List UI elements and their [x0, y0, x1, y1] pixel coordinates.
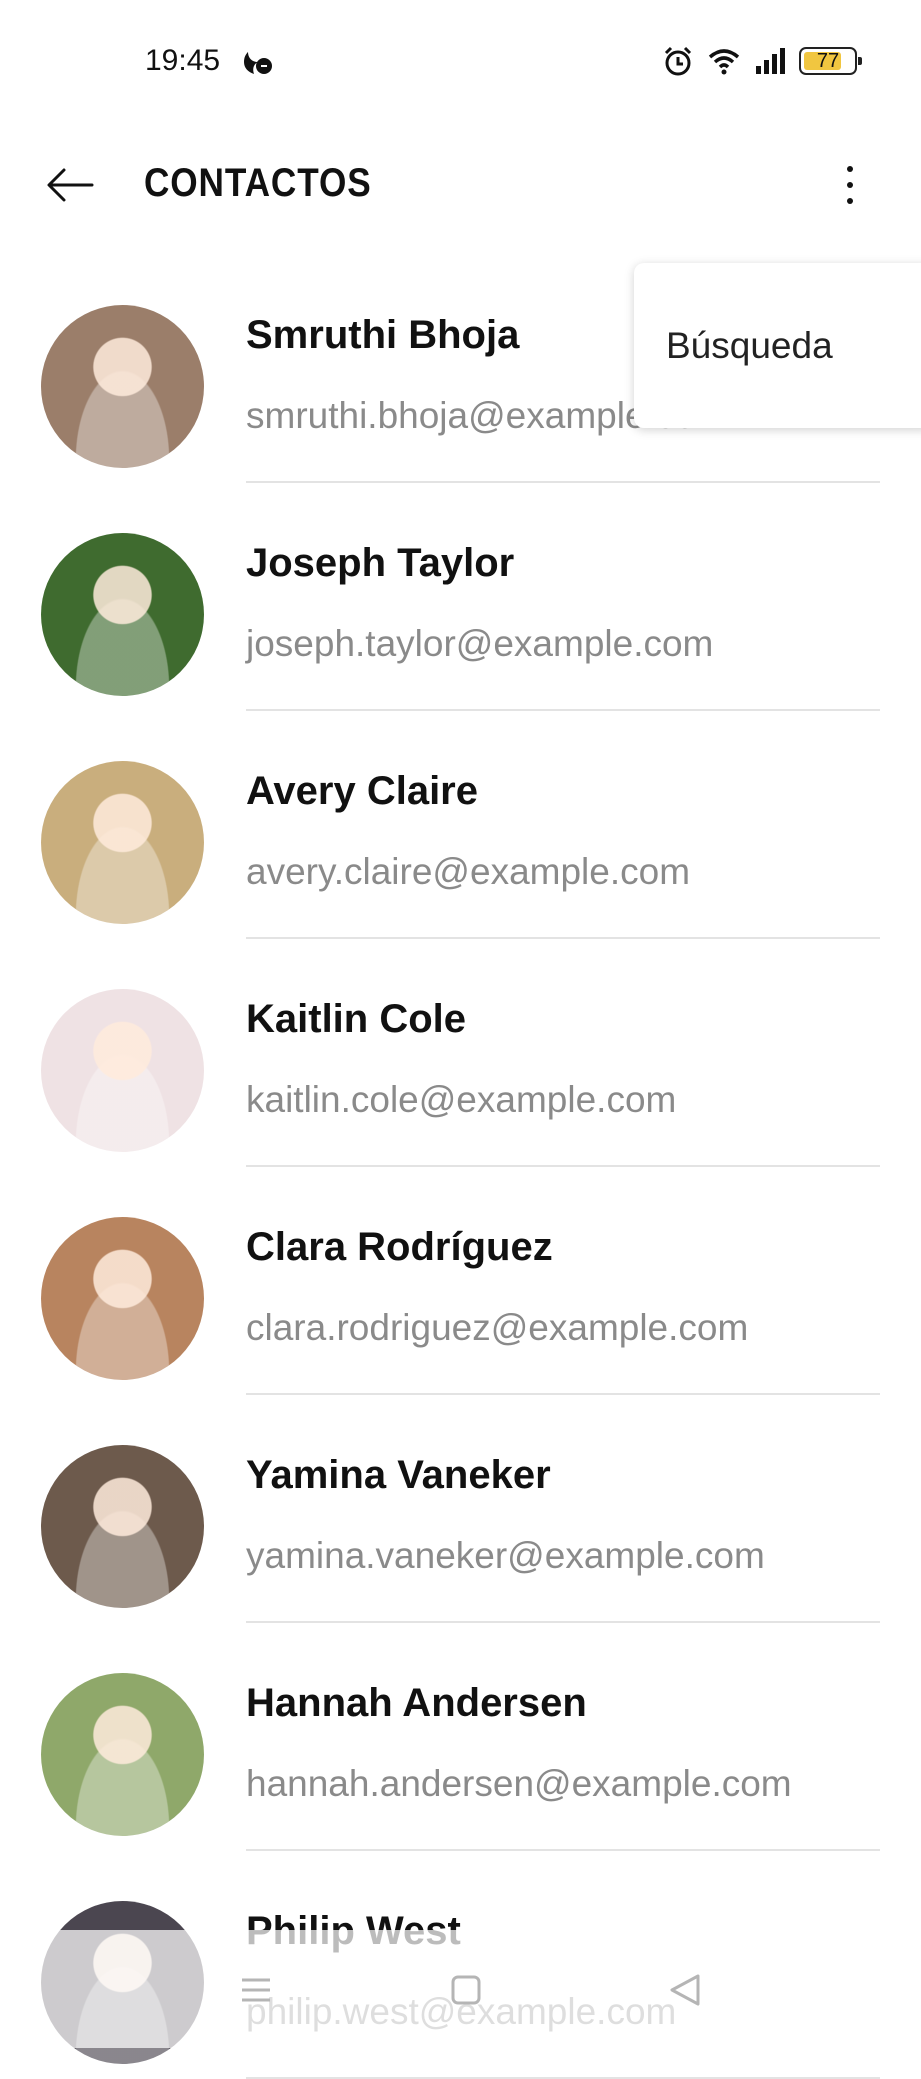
signal-icon — [756, 48, 785, 74]
contact-name: Smruthi Bhoja — [246, 313, 520, 357]
contact-name: Avery Claire — [246, 769, 478, 813]
contact-list: Smruthi Bhoja smruthi.bhoja@example.com Jo… — [0, 255, 921, 2079]
home-square-icon — [451, 1975, 481, 2005]
contact-row[interactable]: Avery Claire avery.claire@example.com — [0, 711, 921, 939]
avatar — [41, 761, 204, 924]
more-vertical-icon — [847, 166, 853, 172]
contact-row[interactable]: Hannah Andersen hannah.andersen@example.c… — [0, 1623, 921, 1851]
contact-name: Hannah Andersen — [246, 1681, 587, 1725]
more-vertical-icon-dot — [847, 182, 853, 188]
more-vertical-icon-dot — [847, 198, 853, 204]
nav-home-button[interactable] — [436, 1960, 496, 2020]
contact-name: Kaitlin Cole — [246, 997, 467, 1041]
arrow-left-icon — [47, 168, 94, 202]
status-time: 19:45 — [145, 44, 221, 77]
contact-name: Clara Rodríguez — [246, 1225, 553, 1269]
menu-icon — [242, 1978, 270, 2002]
contact-email: clara.rodriguez@example.com — [246, 1307, 749, 1348]
contact-row[interactable]: Kaitlin Cole kaitlin.cole@example.com — [0, 939, 921, 1167]
avatar — [41, 989, 204, 1152]
nav-menu-button[interactable] — [226, 1960, 286, 2020]
contact-name: Joseph Taylor — [246, 541, 515, 585]
avatar — [41, 533, 204, 696]
avatar — [41, 1217, 204, 1380]
contact-name: Yamina Vaneker — [246, 1453, 551, 1497]
contact-email: yamina.vaneker@example.com — [246, 1535, 765, 1576]
contact-row[interactable]: Joseph Taylor joseph.taylor@example.com — [0, 483, 921, 711]
contact-email: avery.claire@example.com — [246, 851, 691, 892]
avatar — [41, 305, 204, 468]
status-icons: 77 — [661, 44, 862, 78]
battery-icon: 77 — [799, 47, 862, 75]
contact-row[interactable]: Clara Rodríguez clara.rodriguez@example.c… — [0, 1167, 921, 1395]
battery-cap — [858, 57, 862, 65]
dnd-icon — [244, 52, 272, 74]
app-bar: CONTACTOS — [0, 125, 921, 240]
page-title: CONTACTOS — [144, 161, 372, 205]
alarm-icon — [664, 46, 692, 76]
menu-item-search[interactable]: Búsqueda — [666, 325, 833, 367]
contact-email: hannah.andersen@example.com — [246, 1763, 792, 1804]
overflow-menu: Búsqueda — [634, 263, 921, 428]
contact-row[interactable]: Yamina Vaneker yamina.vaneker@example.com — [0, 1395, 921, 1623]
avatar — [41, 1445, 204, 1608]
avatar — [41, 1673, 204, 1836]
back-triangle-icon — [670, 1974, 700, 2006]
more-options-button[interactable] — [820, 155, 880, 215]
contact-email: joseph.taylor@example.com — [246, 623, 714, 664]
battery-percent: 77 — [816, 49, 840, 72]
nav-back-button[interactable] — [656, 1960, 716, 2020]
system-nav-bar — [0, 1960, 921, 2020]
wifi-icon — [708, 49, 740, 75]
contact-email: kaitlin.cole@example.com — [246, 1079, 677, 1120]
status-bar: 19:45 77 — [0, 0, 921, 125]
back-button[interactable] — [40, 155, 100, 215]
